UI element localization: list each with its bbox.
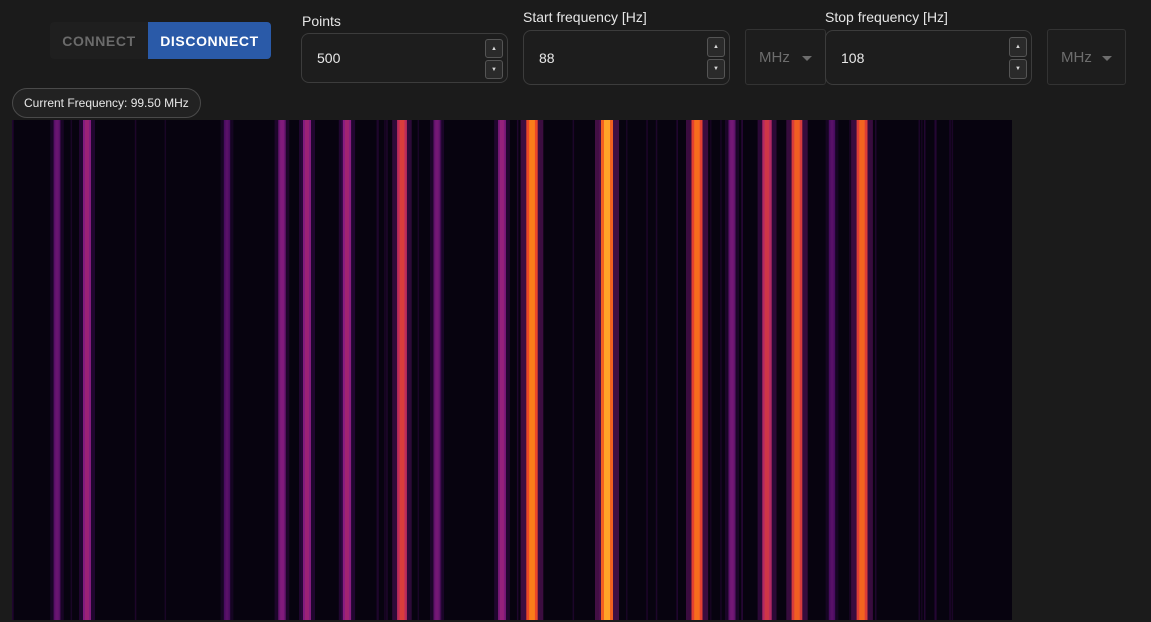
noise-trace xyxy=(741,120,743,620)
signal-trace xyxy=(725,120,740,620)
signal-trace xyxy=(79,120,95,620)
disconnect-button[interactable]: DISCONNECT xyxy=(148,22,271,59)
start-frequency-label: Start frequency [Hz] xyxy=(523,9,647,25)
noise-trace xyxy=(646,120,648,620)
stop-frequency-stepper: ▲ ▼ xyxy=(1009,37,1027,79)
points-decrement-icon[interactable]: ▼ xyxy=(485,60,503,79)
signal-trace xyxy=(595,120,619,620)
noise-trace xyxy=(849,120,851,620)
signal-trace xyxy=(220,120,234,620)
signal-trace xyxy=(50,120,64,620)
signal-trace xyxy=(520,120,544,620)
noise-trace xyxy=(921,120,923,620)
signal-trace xyxy=(338,120,356,620)
noise-trace xyxy=(924,120,926,620)
start-frequency-stepper: ▲ ▼ xyxy=(707,37,725,79)
noise-trace xyxy=(720,120,722,620)
noise-trace xyxy=(710,120,712,620)
stop-frequency-unit-value: MHz xyxy=(1061,48,1092,66)
start-frequency-value[interactable]: 88 xyxy=(539,31,555,84)
stop-frequency-input[interactable]: 108 ▲ ▼ xyxy=(825,30,1032,85)
noise-trace xyxy=(134,120,137,620)
signal-trace xyxy=(851,120,873,620)
waterfall-display[interactable] xyxy=(12,120,1012,620)
points-increment-icon[interactable]: ▲ xyxy=(485,39,503,58)
start-frequency-unit-value: MHz xyxy=(759,48,790,66)
noise-trace xyxy=(626,120,628,620)
noise-trace xyxy=(376,120,378,620)
chevron-down-icon xyxy=(1102,56,1112,61)
stop-frequency-label: Stop frequency [Hz] xyxy=(825,9,948,25)
chevron-down-icon xyxy=(802,56,812,61)
spectrum-app: CONNECT DISCONNECT Points 500 ▲ ▼ Start … xyxy=(0,0,1151,622)
connection-toggle: CONNECT DISCONNECT xyxy=(50,22,271,59)
connect-button[interactable]: CONNECT xyxy=(50,22,148,59)
stop-frequency-value[interactable]: 108 xyxy=(841,31,864,84)
signal-trace xyxy=(274,120,290,620)
noise-trace xyxy=(516,120,519,620)
noise-trace xyxy=(164,120,167,620)
current-frequency-chip: Current Frequency: 99.50 MHz xyxy=(12,88,201,118)
points-label: Points xyxy=(302,13,341,29)
points-input[interactable]: 500 ▲ ▼ xyxy=(301,33,508,83)
signal-trace xyxy=(686,120,709,620)
start-frequency-input[interactable]: 88 ▲ ▼ xyxy=(523,30,730,85)
stop-frequency-decrement-icon[interactable]: ▼ xyxy=(1009,59,1027,79)
start-frequency-increment-icon[interactable]: ▲ xyxy=(707,37,725,57)
noise-trace xyxy=(951,120,954,620)
noise-trace xyxy=(386,120,388,620)
signal-trace xyxy=(299,120,315,620)
points-stepper: ▲ ▼ xyxy=(485,39,503,79)
noise-trace xyxy=(572,120,575,620)
points-value[interactable]: 500 xyxy=(317,34,340,82)
signal-trace xyxy=(494,120,510,620)
signal-trace xyxy=(430,120,445,620)
noise-trace xyxy=(949,120,951,620)
noise-trace xyxy=(935,120,937,620)
noise-trace xyxy=(875,120,877,620)
signal-trace xyxy=(825,120,839,620)
noise-trace xyxy=(676,120,678,620)
signal-trace xyxy=(757,120,777,620)
signal-trace xyxy=(786,120,808,620)
waterfall-canvas xyxy=(12,120,954,620)
start-frequency-unit-select[interactable]: MHz xyxy=(745,29,826,85)
stop-frequency-unit-select[interactable]: MHz xyxy=(1047,29,1126,85)
stop-frequency-increment-icon[interactable]: ▲ xyxy=(1009,37,1027,57)
signal-trace xyxy=(392,120,412,620)
start-frequency-decrement-icon[interactable]: ▼ xyxy=(707,59,725,79)
noise-trace xyxy=(417,120,420,620)
noise-trace xyxy=(655,120,658,620)
noise-trace xyxy=(12,120,14,620)
noise-trace xyxy=(70,120,73,620)
noise-trace xyxy=(384,120,386,620)
noise-trace xyxy=(918,120,920,620)
